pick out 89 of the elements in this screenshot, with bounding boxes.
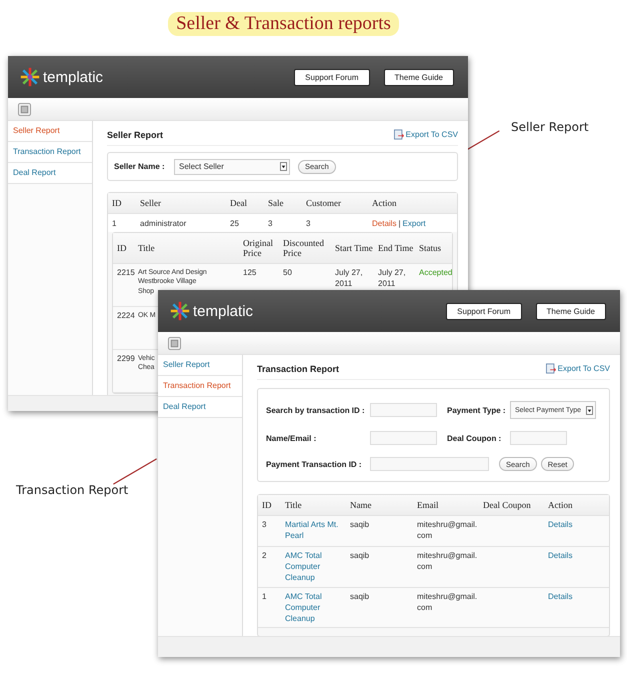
column-header: Title <box>285 500 303 510</box>
column-header: Start Time <box>335 242 374 254</box>
table-cell-text: saqib <box>350 550 370 562</box>
input-field[interactable] <box>510 431 567 445</box>
column-header: Discounted Price <box>283 238 325 258</box>
header-button[interactable]: Support Forum <box>446 302 522 320</box>
export-icon <box>546 363 556 374</box>
column-header: ID <box>112 198 122 208</box>
panel-icon[interactable] <box>168 336 181 350</box>
column-header: Action <box>372 198 398 208</box>
column-header: Seller <box>140 198 162 208</box>
table-cell-text: 2 <box>262 550 268 562</box>
caret-icon <box>280 162 287 171</box>
field-label: Payment Type : <box>447 406 507 414</box>
column-header: ID <box>117 242 128 254</box>
sidebar-item[interactable]: Seller Report <box>8 121 92 142</box>
table-cell-text: 1 <box>262 590 268 602</box>
separator: | <box>398 218 401 228</box>
table-cell-text: 2215 <box>117 268 136 279</box>
header-button[interactable]: Theme Guide <box>384 68 454 86</box>
table-cell-text: 3 <box>268 218 274 228</box>
action-link[interactable]: Export <box>402 218 426 228</box>
field-label: Seller Name : <box>114 162 166 171</box>
table-cell-text: miteshru@gmail.com <box>417 550 478 572</box>
page-title: Seller & Transaction reports <box>168 12 399 36</box>
table-cell-text: 25 <box>230 218 240 228</box>
title-link[interactable]: Martial Arts Mt. Pearl <box>285 519 350 542</box>
column-header: Status <box>419 242 442 254</box>
starburst-icon <box>170 301 190 321</box>
table-cell-text: miteshru@gmail.com <box>417 590 478 613</box>
column-header: Name <box>350 500 372 510</box>
table-cell-text: July 27, 2011 <box>335 268 364 290</box>
column-header: End Time <box>378 242 414 254</box>
table-cell-text: 2224 <box>117 311 136 322</box>
sidebar-item[interactable]: Transaction Report <box>8 142 92 163</box>
column-header: Title <box>138 242 156 254</box>
sidebar-item[interactable]: Deal Report <box>158 397 242 418</box>
table-cell-text: July 27, 2011 <box>378 268 407 290</box>
input-field[interactable] <box>370 431 437 445</box>
column-header: Sale <box>268 198 284 208</box>
status-text: Accepted <box>419 268 452 279</box>
caret-icon <box>586 406 593 414</box>
section-heading: Transaction Report <box>257 364 340 374</box>
details-link[interactable]: Details <box>548 519 605 530</box>
column-header: Deal Coupon <box>483 500 532 510</box>
export-link[interactable]: Export To CSV <box>406 130 458 139</box>
table-cell-text: 3 <box>306 218 312 228</box>
column-header: Deal <box>230 198 248 208</box>
sidebar-item[interactable]: Transaction Report <box>158 376 242 397</box>
input-field[interactable] <box>370 457 489 471</box>
export-link[interactable]: Export To CSV <box>558 364 610 373</box>
starburst-icon <box>20 67 40 87</box>
table-cell-text: 50 <box>283 268 293 279</box>
header-button[interactable]: Theme Guide <box>536 302 606 320</box>
section-heading: Seller Report <box>107 130 164 140</box>
header-button[interactable]: Support Forum <box>294 68 370 86</box>
action-link[interactable]: Details <box>372 218 396 228</box>
table-cell-text: miteshru@gmail.com <box>417 519 478 542</box>
title-link[interactable]: AMC Total Computer Cleanup <box>285 590 350 624</box>
column-header: Original Price <box>243 238 274 258</box>
panel-icon[interactable] <box>18 102 31 116</box>
callout-label: Transaction Report <box>16 483 128 497</box>
details-link[interactable]: Details <box>548 550 605 562</box>
logo-text: templatic <box>193 302 254 320</box>
title-link[interactable]: AMC Total Computer Cleanup <box>285 550 350 584</box>
callout-label: Seller Report <box>511 120 589 134</box>
column-header: Action <box>548 500 574 510</box>
table-cell-text: 1 <box>112 218 118 228</box>
sidebar-item[interactable]: Deal Report <box>8 163 92 184</box>
column-header: ID <box>262 500 272 510</box>
leader-line <box>110 458 160 485</box>
field-label: Deal Coupon : <box>447 434 502 442</box>
table-cell-text: 3 <box>262 519 268 530</box>
field-label: Name/Email : <box>266 434 318 442</box>
details-link[interactable]: Details <box>548 590 605 602</box>
sidebar-item[interactable]: Seller Report <box>158 355 242 376</box>
table-cell-text: saqib <box>350 590 370 602</box>
field-label: Payment Transaction ID : <box>266 460 363 468</box>
field-label: Search by transaction ID : <box>266 406 366 414</box>
logo-text: templatic <box>43 68 104 86</box>
table-cell-text: 125 <box>243 268 258 279</box>
table-cell-text: administrator <box>140 218 188 228</box>
table-cell-text: saqib <box>350 519 370 530</box>
table-cell-text: 2299 <box>117 354 136 365</box>
seller-select[interactable]: Select Seller <box>174 158 290 174</box>
column-header: Customer <box>306 198 342 208</box>
export-icon <box>394 129 404 140</box>
input-field[interactable] <box>370 403 437 417</box>
column-header: Email <box>417 500 440 510</box>
